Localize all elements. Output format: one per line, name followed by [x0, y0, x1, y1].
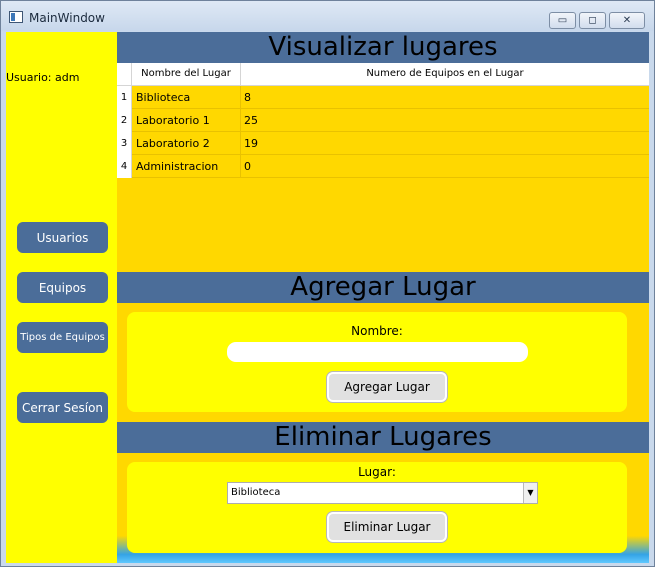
- place-name-cell[interactable]: Laboratorio 1: [132, 109, 241, 132]
- cerrar-sesion-button[interactable]: Cerrar Sesíon: [17, 392, 108, 423]
- delete-place-panel: Lugar: Biblioteca ▼ Eliminar Lugar: [127, 462, 627, 553]
- row-number[interactable]: 2: [117, 109, 132, 132]
- client-area: Usuario: adm Usuarios Equipos Tipos de E…: [6, 32, 649, 563]
- minimize-icon: ▭: [557, 15, 568, 26]
- place-name-input[interactable]: [227, 342, 528, 362]
- window-title: MainWindow: [29, 11, 105, 25]
- name-field-label: Nombre:: [351, 324, 403, 338]
- add-place-button[interactable]: Agregar Lugar: [327, 372, 447, 402]
- column-header-count[interactable]: Numero de Equipos en el Lugar: [241, 63, 649, 85]
- close-button[interactable]: ✕: [609, 12, 645, 29]
- app-window-icon: [9, 11, 23, 23]
- main-window: MainWindow ▭ ◻ ✕ Usuario: adm Usuarios E…: [0, 0, 655, 567]
- places-table[interactable]: Nombre del Lugar Numero de Equipos en el…: [117, 63, 649, 272]
- selected-place-value: Biblioteca: [231, 487, 281, 498]
- column-header-name[interactable]: Nombre del Lugar: [132, 63, 241, 85]
- dropdown-arrow-icon[interactable]: ▼: [523, 483, 537, 503]
- current-user-label: Usuario: adm: [6, 71, 80, 84]
- minimize-button[interactable]: ▭: [549, 12, 576, 29]
- row-number[interactable]: 1: [117, 86, 132, 109]
- delete-place-button[interactable]: Eliminar Lugar: [327, 512, 447, 542]
- table-row[interactable]: 4 Administracion 0: [117, 155, 649, 178]
- place-name-cell[interactable]: Biblioteca: [132, 86, 241, 109]
- sidebar: Usuario: adm Usuarios Equipos Tipos de E…: [6, 32, 117, 563]
- equipment-count-cell[interactable]: 19: [241, 132, 649, 155]
- table-header: Nombre del Lugar Numero de Equipos en el…: [117, 63, 649, 86]
- equipos-button[interactable]: Equipos: [17, 272, 108, 303]
- tipos-de-equipos-button[interactable]: Tipos de Equipos: [17, 322, 108, 353]
- table-row[interactable]: 3 Laboratorio 2 19: [117, 132, 649, 155]
- add-place-panel: Nombre: Agregar Lugar: [127, 312, 627, 412]
- maximize-icon: ◻: [588, 15, 597, 26]
- close-icon: ✕: [622, 15, 632, 26]
- delete-places-heading: Eliminar Lugares: [117, 422, 649, 453]
- main-content: Visualizar lugares Nombre del Lugar Nume…: [117, 32, 649, 563]
- equipment-count-cell[interactable]: 8: [241, 86, 649, 109]
- place-name-cell[interactable]: Administracion: [132, 155, 241, 178]
- maximize-button[interactable]: ◻: [579, 12, 606, 29]
- place-name-cell[interactable]: Laboratorio 2: [132, 132, 241, 155]
- table-row[interactable]: 2 Laboratorio 1 25: [117, 109, 649, 132]
- table-row[interactable]: 1 Biblioteca 8: [117, 86, 649, 109]
- equipment-count-cell[interactable]: 25: [241, 109, 649, 132]
- place-select-label: Lugar:: [358, 465, 396, 479]
- table-corner[interactable]: [117, 63, 132, 85]
- title-bar[interactable]: MainWindow ▭ ◻ ✕: [1, 1, 654, 31]
- equipment-count-cell[interactable]: 0: [241, 155, 649, 178]
- add-place-heading: Agregar Lugar: [117, 272, 649, 303]
- row-number[interactable]: 3: [117, 132, 132, 155]
- row-number[interactable]: 4: [117, 155, 132, 178]
- usuarios-button[interactable]: Usuarios: [17, 222, 108, 253]
- place-select[interactable]: Biblioteca ▼: [227, 482, 538, 504]
- view-places-heading: Visualizar lugares: [117, 32, 649, 63]
